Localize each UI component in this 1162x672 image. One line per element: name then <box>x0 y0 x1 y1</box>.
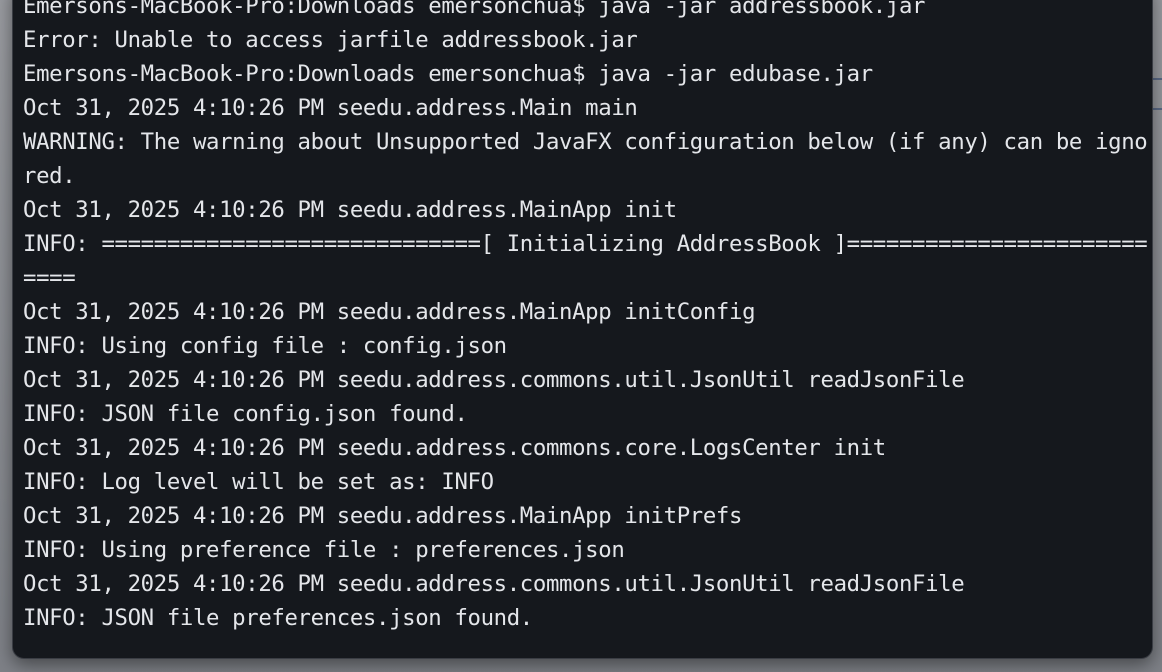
terminal-line: INFO: JSON file preferences.json found. <box>23 605 533 631</box>
terminal-line: INFO: Log level will be set as: INFO <box>23 469 494 495</box>
terminal-line: Error: Unable to access jarfile addressb… <box>23 27 638 53</box>
terminal-line: INFO: JSON file config.json found. <box>23 401 468 427</box>
terminal-line: Oct 31, 2025 4:10:26 PM seedu.address.Ma… <box>23 299 756 325</box>
terminal-line: Emersons-MacBook-Pro:Downloads emersonch… <box>23 61 873 87</box>
terminal-line: Oct 31, 2025 4:10:26 PM seedu.address.co… <box>23 367 965 393</box>
terminal-line: Oct 31, 2025 4:10:26 PM seedu.address.co… <box>23 571 965 597</box>
terminal-line: INFO: Using preference file : preference… <box>23 537 625 563</box>
terminal-line: Oct 31, 2025 4:10:26 PM seedu.address.Ma… <box>23 197 677 223</box>
terminal-line: INFO: =============================[ Ini… <box>23 231 1148 291</box>
terminal-line: Oct 31, 2025 4:10:26 PM seedu.address.co… <box>23 435 886 461</box>
terminal-line: Emersons-MacBook-Pro:Downloads emersonch… <box>23 0 926 19</box>
terminal-line: WARNING: The warning about Unsupported J… <box>23 129 1148 189</box>
terminal-line: Oct 31, 2025 4:10:26 PM seedu.address.Ma… <box>23 503 743 529</box>
terminal-output[interactable]: Emersons-MacBook-Pro:Downloads emersonch… <box>23 0 1148 635</box>
terminal-line: Oct 31, 2025 4:10:26 PM seedu.address.Ma… <box>23 95 638 121</box>
terminal-line: INFO: Using config file : config.json <box>23 333 507 359</box>
terminal-window[interactable]: Emersons-MacBook-Pro:Downloads emersonch… <box>12 0 1153 659</box>
